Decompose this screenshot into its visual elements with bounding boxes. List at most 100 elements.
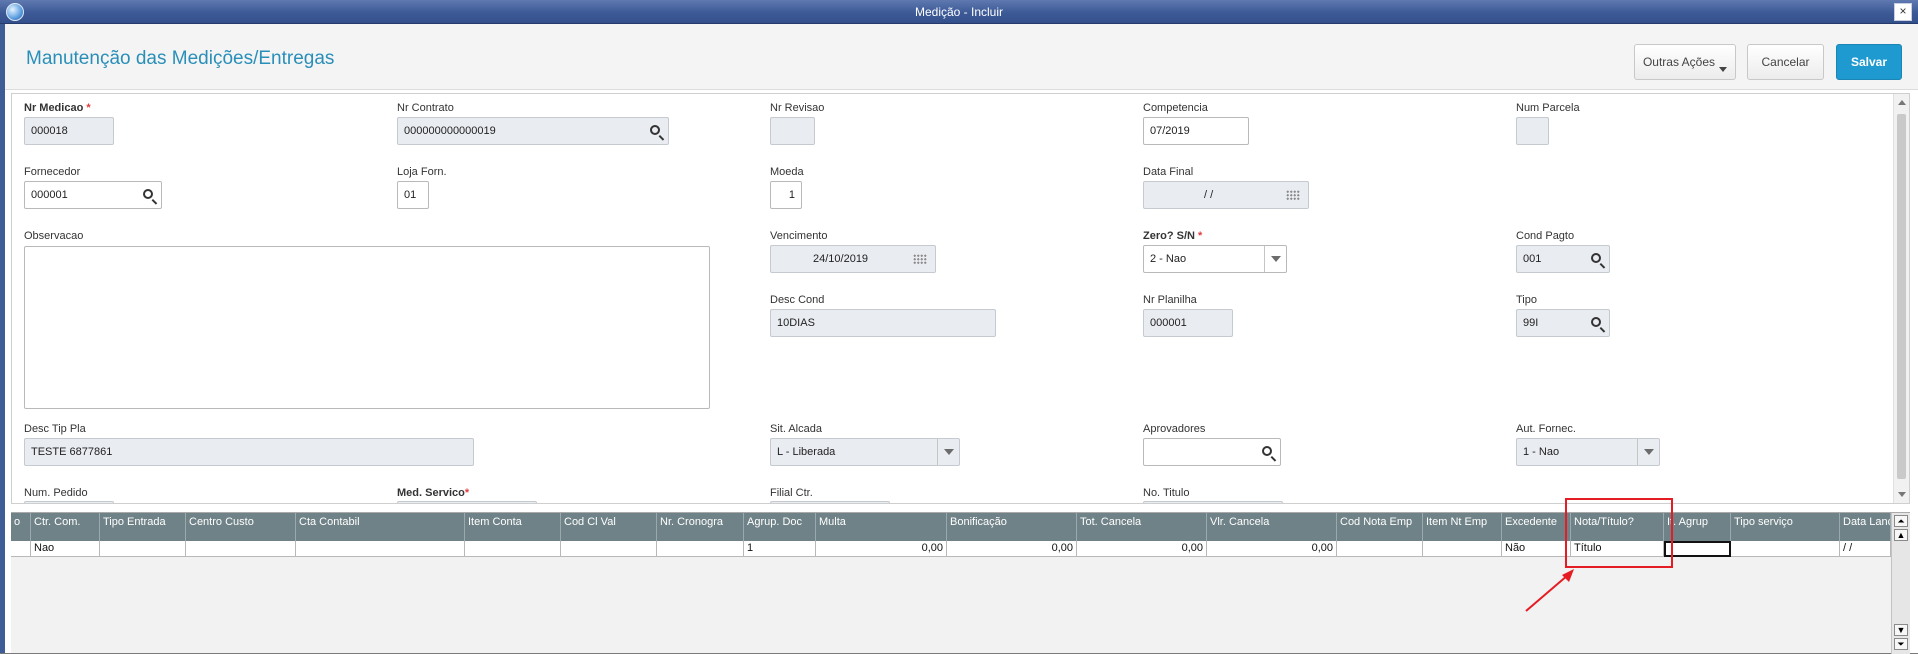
grid-column-header[interactable]: Cta Contabil	[296, 513, 465, 541]
nr-medicao-field[interactable]: 000018	[24, 117, 114, 145]
cond-pagto-label: Cond Pagto	[1516, 230, 1575, 242]
grid-column-header[interactable]: Nr. Cronogra	[657, 513, 744, 541]
scroll-top-icon[interactable]: ⏶	[1894, 515, 1908, 527]
grid-column-header[interactable]: Tipo Entrada	[100, 513, 186, 541]
grid-column-header[interactable]: Ctr. Com.	[31, 513, 100, 541]
aut-fornec-select[interactable]: 1 - Nao	[1516, 438, 1660, 466]
num-pedido-field[interactable]	[24, 501, 114, 503]
grid-cell[interactable]: Nao	[31, 541, 100, 557]
grid-cell[interactable]	[1423, 541, 1502, 557]
form-scrollbar[interactable]	[1893, 94, 1909, 503]
no-titulo-field[interactable]	[1143, 501, 1283, 503]
window-title: Medição - Incluir	[914, 5, 1004, 19]
data-final-field[interactable]: / /	[1143, 181, 1309, 209]
data-final-label: Data Final	[1143, 166, 1194, 178]
grid-column-header[interactable]: Tipo serviço	[1731, 513, 1840, 541]
grid-cell[interactable]	[11, 541, 31, 557]
desc-cond-field[interactable]: 10DIAS	[770, 309, 996, 337]
num-parcela-field[interactable]	[1516, 117, 1549, 145]
num-pedido-label: Num. Pedido	[24, 487, 88, 499]
grid-cell[interactable]	[186, 541, 296, 557]
filial-ctr-field[interactable]	[770, 501, 890, 503]
grid-cell[interactable]: Não	[1502, 541, 1571, 557]
scroll-down-icon[interactable]: ▼	[1894, 624, 1908, 636]
grid-cell-selected[interactable]	[1664, 541, 1731, 557]
grid-column-header[interactable]: Cod Nota Emp	[1337, 513, 1423, 541]
grid-column-header[interactable]: Bonificação	[947, 513, 1077, 541]
competencia-field[interactable]: 07/2019	[1143, 117, 1249, 145]
observacao-textarea[interactable]	[24, 246, 710, 409]
grid-cell[interactable]	[561, 541, 657, 557]
search-icon[interactable]	[1591, 253, 1601, 263]
search-icon[interactable]	[1262, 446, 1272, 456]
save-button[interactable]: Salvar	[1836, 44, 1902, 80]
grid-column-header[interactable]: It. Agrup	[1664, 513, 1731, 541]
grid-cell[interactable]	[296, 541, 465, 557]
chevron-down-icon[interactable]	[937, 439, 959, 465]
scroll-up-icon[interactable]: ▲	[1894, 529, 1908, 541]
cond-pagto-field[interactable]: 001	[1516, 245, 1610, 273]
desc-tip-pla-field[interactable]: TESTE 6877861	[24, 438, 474, 466]
grid-cell[interactable]	[1337, 541, 1423, 557]
grid-cell[interactable]	[100, 541, 186, 557]
grid-cell[interactable]: 1	[744, 541, 816, 557]
grid-scrollbar[interactable]: ⏶ ▲ ▼ ⏷	[1891, 513, 1910, 654]
aut-fornec-label: Aut. Fornec.	[1516, 423, 1576, 435]
med-servico-select[interactable]	[397, 501, 537, 503]
search-icon[interactable]	[1591, 317, 1601, 327]
chevron-down-icon[interactable]	[1637, 439, 1659, 465]
search-icon[interactable]	[143, 189, 153, 199]
med-servico-label: Med. Servico*	[397, 487, 469, 499]
chevron-down-icon[interactable]	[1264, 246, 1286, 272]
grid-cell[interactable]: / /	[1840, 541, 1891, 557]
fornecedor-field[interactable]: 000001	[24, 181, 162, 209]
grid-cell[interactable]: 0,00	[1207, 541, 1337, 557]
nr-planilha-field[interactable]: 000001	[1143, 309, 1233, 337]
loja-forn-field[interactable]: 01	[397, 181, 429, 209]
nr-revisao-field[interactable]	[770, 117, 815, 145]
tipo-field[interactable]: 99I	[1516, 309, 1610, 337]
grid-column-header[interactable]: Agrup. Doc	[744, 513, 816, 541]
grid-column-header[interactable]: Tot. Cancela	[1077, 513, 1207, 541]
grid-cell[interactable]: 0,00	[1077, 541, 1207, 557]
scroll-up-icon[interactable]	[1898, 100, 1906, 105]
nr-revisao-label: Nr Revisao	[770, 102, 825, 114]
zero-select[interactable]: 2 - Nao	[1143, 245, 1287, 273]
sit-alcada-select[interactable]: L - Liberada	[770, 438, 960, 466]
grid-cell[interactable]	[465, 541, 561, 557]
other-actions-button[interactable]: Outras Ações	[1634, 44, 1736, 80]
cancel-button[interactable]: Cancelar	[1747, 44, 1824, 80]
grid-column-header[interactable]: Data Lanc.	[1840, 513, 1891, 541]
grid-column-header[interactable]: Item Nt Emp	[1423, 513, 1502, 541]
nr-contrato-field[interactable]: 000000000000019	[397, 117, 669, 145]
grid-column-header[interactable]: Cod Cl Val	[561, 513, 657, 541]
close-icon[interactable]: ×	[1894, 3, 1912, 21]
grid-column-header[interactable]: Centro Custo	[186, 513, 296, 541]
aprovadores-field[interactable]	[1143, 438, 1281, 466]
sit-alcada-value: L - Liberada	[777, 446, 836, 458]
grid-column-header[interactable]: Item Conta	[465, 513, 561, 541]
search-icon[interactable]	[650, 125, 660, 135]
scroll-down-icon[interactable]	[1898, 492, 1906, 497]
calendar-icon[interactable]	[1286, 190, 1300, 200]
grid-cell[interactable]	[1731, 541, 1840, 557]
calendar-icon[interactable]	[913, 254, 927, 264]
required-marker: *	[464, 487, 470, 499]
desc-tip-pla-label: Desc Tip Pla	[24, 423, 86, 435]
grid-column-header[interactable]: o	[11, 513, 31, 541]
scrollbar-thumb[interactable]	[1897, 114, 1906, 479]
grid-column-header[interactable]: Excedente	[1502, 513, 1571, 541]
filial-ctr-label: Filial Ctr.	[770, 487, 813, 499]
moeda-field[interactable]: 1	[770, 181, 802, 209]
vencimento-field[interactable]: 24/10/2019	[770, 245, 936, 273]
vencimento-value: 24/10/2019	[813, 253, 869, 265]
grid-cell[interactable]: 0,00	[816, 541, 947, 557]
annotation-highlight-box	[1565, 498, 1673, 568]
grid-column-header[interactable]: Vlr. Cancela	[1207, 513, 1337, 541]
grid-column-header[interactable]: Multa	[816, 513, 947, 541]
scroll-bottom-icon[interactable]: ⏷	[1894, 638, 1908, 650]
annotation-arrow-icon	[1525, 569, 1574, 612]
grid-cell[interactable]: 0,00	[947, 541, 1077, 557]
tipo-label: Tipo	[1516, 294, 1537, 306]
grid-cell[interactable]	[657, 541, 744, 557]
